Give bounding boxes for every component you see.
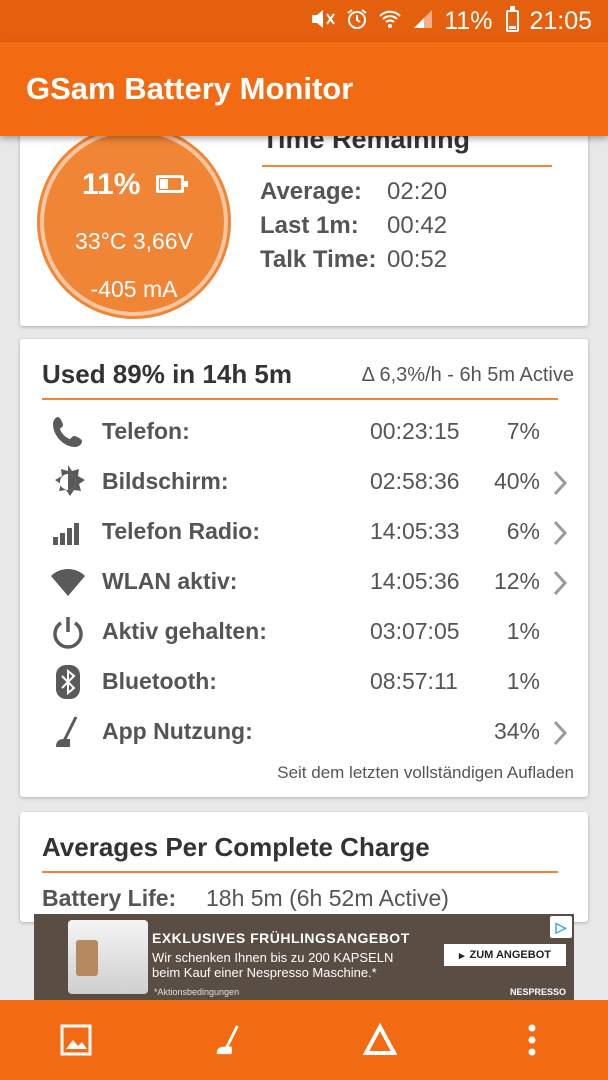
adchoices-icon[interactable]: ▷ bbox=[550, 916, 572, 938]
usage-row-telefon[interactable]: Telefon: 00:23:15 7% bbox=[20, 407, 588, 457]
battery-icon bbox=[506, 6, 520, 32]
status-bar: 11% 21:05 bbox=[0, 0, 608, 42]
usage-row-percent: 7% bbox=[506, 418, 540, 444]
ad-brand-logo: NESPRESSO bbox=[509, 987, 566, 997]
time-remaining-label: Last 1m: bbox=[260, 212, 359, 239]
chevron-right-icon[interactable] bbox=[550, 519, 570, 547]
time-remaining-value: 02:20 bbox=[387, 178, 448, 205]
time-remaining-label: Talk Time: bbox=[260, 246, 377, 273]
usage-row-time: 08:57:11 bbox=[370, 668, 458, 694]
usage-title: Used 89% in 14h 5m bbox=[42, 359, 292, 389]
battery-life-label: Battery Life: bbox=[42, 885, 177, 911]
delta-button[interactable] bbox=[350, 1010, 410, 1070]
ad-line1: Wir schenken Ihnen bis zu 200 KAPSELN bbox=[152, 950, 394, 965]
usage-row-time: 02:58:36 bbox=[370, 468, 460, 494]
play-icon: ▸ bbox=[458, 949, 465, 962]
delta-icon bbox=[363, 1023, 397, 1055]
usage-row-label: Bildschirm: bbox=[102, 468, 229, 494]
time-remaining-row: Last 1m: 00:42 bbox=[260, 212, 447, 240]
app-title: GSam Battery Monitor bbox=[26, 71, 354, 106]
wifi-icon bbox=[48, 563, 88, 601]
chevron-right-icon[interactable] bbox=[550, 569, 570, 597]
bottom-toolbar bbox=[0, 1000, 608, 1080]
app-usage-button[interactable] bbox=[198, 1010, 258, 1070]
battery-gauge: 11% 33°C 3,66V -405 mA bbox=[40, 128, 228, 316]
ad-line2: beim Kauf einer Nespresso Maschine.* bbox=[152, 965, 377, 980]
usage-row-label: Aktiv gehalten: bbox=[102, 618, 267, 644]
bluetooth-icon bbox=[48, 663, 88, 701]
gauge-percent: 11% bbox=[82, 168, 141, 201]
time-remaining-value: 00:52 bbox=[387, 246, 448, 273]
usage-row-time: 14:05:36 bbox=[370, 568, 460, 594]
time-remaining-row: Average: 02:20 bbox=[260, 178, 447, 206]
usage-row-time: 03:07:05 bbox=[370, 618, 460, 644]
signal-bars-icon bbox=[48, 513, 88, 551]
app-bar: GSam Battery Monitor bbox=[0, 42, 608, 136]
app-usage-icon bbox=[48, 713, 88, 751]
battery-icon bbox=[156, 175, 188, 193]
summary-card[interactable]: 11% 33°C 3,66V -405 mA Time Remaining Av… bbox=[20, 108, 588, 326]
usage-row-wlan[interactable]: WLAN aktiv: 14:05:36 12% bbox=[20, 557, 588, 607]
ad-disclaimer[interactable]: *Aktionsbedingungen bbox=[154, 987, 239, 997]
ad-headline: EXKLUSIVES FRÜHLINGSANGEBOT bbox=[152, 930, 410, 946]
ad-cta-label: ZUM ANGEBOT bbox=[469, 949, 551, 961]
power-icon bbox=[48, 613, 88, 651]
battery-life-row: Battery Life: 18h 5m (6h 52m Active) bbox=[42, 885, 449, 912]
chevron-right-icon[interactable] bbox=[550, 719, 570, 747]
phone-icon bbox=[48, 413, 88, 451]
ad-cta-button[interactable]: ▸ ZUM ANGEBOT bbox=[444, 944, 566, 966]
usage-row-bildschirm[interactable]: Bildschirm: 02:58:36 40% bbox=[20, 457, 588, 507]
usage-row-label: WLAN aktiv: bbox=[102, 568, 238, 594]
wifi-icon bbox=[378, 8, 402, 34]
averages-title: Averages Per Complete Charge bbox=[42, 832, 430, 862]
more-options-button[interactable] bbox=[502, 1010, 562, 1070]
usage-row-percent: 6% bbox=[506, 518, 540, 544]
usage-row-label: Telefon Radio: bbox=[102, 518, 261, 544]
usage-row-percent: 1% bbox=[506, 618, 540, 644]
chevron-right-icon[interactable] bbox=[550, 469, 570, 497]
battery-life-value: 18h 5m (6h 52m Active) bbox=[206, 885, 449, 911]
usage-row-app-nutzung[interactable]: App Nutzung: 34% bbox=[20, 707, 588, 757]
ad-banner[interactable]: EXKLUSIVES FRÜHLINGSANGEBOT Wir schenken… bbox=[34, 914, 574, 1000]
gauge-temp-voltage: 33°C 3,66V bbox=[75, 228, 193, 254]
status-time: 21:05 bbox=[529, 6, 592, 35]
usage-row-percent: 40% bbox=[493, 468, 540, 494]
divider bbox=[262, 165, 552, 167]
brightness-icon bbox=[48, 463, 88, 501]
mute-icon bbox=[310, 8, 336, 34]
usage-row-time: 14:05:33 bbox=[370, 518, 460, 544]
usage-row-aktiv-gehalten[interactable]: Aktiv gehalten: 03:07:05 1% bbox=[20, 607, 588, 657]
usage-row-bluetooth[interactable]: Bluetooth: 08:57:11 1% bbox=[20, 657, 588, 707]
usage-row-telefon-radio[interactable]: Telefon Radio: 14:05:33 6% bbox=[20, 507, 588, 557]
usage-footnote: Seit dem letzten vollständigen Aufladen bbox=[277, 763, 574, 782]
usage-subtitle: Δ 6,3%/h - 6h 5m Active bbox=[361, 364, 574, 386]
time-remaining-row: Talk Time: 00:52 bbox=[260, 246, 447, 274]
app-usage-icon bbox=[216, 1025, 239, 1055]
usage-row-label: Telefon: bbox=[102, 418, 190, 444]
usage-row-label: App Nutzung: bbox=[102, 718, 253, 744]
usage-row-label: Bluetooth: bbox=[102, 668, 217, 694]
more-vert-icon bbox=[528, 1024, 536, 1056]
usage-row-percent: 1% bbox=[506, 668, 540, 694]
coffee-machine-image bbox=[68, 920, 148, 994]
time-remaining-value: 00:42 bbox=[387, 212, 448, 239]
image-button[interactable] bbox=[46, 1010, 106, 1070]
image-icon bbox=[60, 1024, 92, 1056]
usage-card: Used 89% in 14h 5m Δ 6,3%/h - 6h 5m Acti… bbox=[20, 339, 588, 797]
averages-card: Averages Per Complete Charge Battery Lif… bbox=[20, 812, 588, 922]
signal-icon bbox=[412, 8, 434, 34]
alarm-icon bbox=[346, 8, 368, 34]
gauge-current: -405 mA bbox=[90, 276, 178, 302]
divider bbox=[42, 398, 558, 400]
divider bbox=[42, 871, 558, 873]
usage-row-time: 00:23:15 bbox=[370, 418, 460, 444]
usage-row-percent: 12% bbox=[493, 568, 540, 594]
usage-row-percent: 34% bbox=[493, 718, 540, 744]
status-battery-percent: 11% bbox=[444, 6, 493, 35]
time-remaining-label: Average: bbox=[260, 178, 362, 205]
